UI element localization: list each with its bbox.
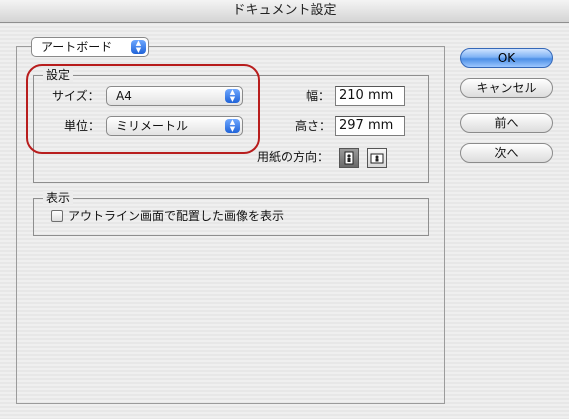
next-button[interactable]: 次へ: [460, 143, 553, 163]
show-placed-images-checkbox[interactable]: [51, 210, 63, 222]
width-field[interactable]: 210 mm: [335, 86, 405, 106]
window-title: ドキュメント設定: [232, 3, 337, 18]
title-bar: ドキュメント設定: [0, 0, 569, 23]
ok-button[interactable]: OK: [460, 48, 553, 68]
prev-button[interactable]: 前へ: [460, 113, 553, 133]
portrait-orientation-button[interactable]: [339, 148, 359, 168]
section-popup-value: アートボード: [41, 40, 113, 54]
orientation-label: 用紙の方向：: [257, 150, 330, 164]
landscape-icon: [370, 153, 384, 164]
chevron-updown-icon: ▲ ▼: [131, 40, 146, 54]
landscape-orientation-button[interactable]: [367, 148, 387, 168]
height-label: 高さ：: [295, 119, 332, 133]
cancel-button[interactable]: キャンセル: [460, 78, 553, 98]
show-placed-images-label: アウトライン画面で配置した画像を表示: [68, 209, 285, 223]
portrait-icon: [344, 151, 354, 165]
height-field[interactable]: 297 mm: [335, 116, 405, 136]
highlight-annotation: [26, 64, 260, 154]
section-popup[interactable]: アートボード ▲ ▼: [31, 37, 149, 57]
display-legend: 表示: [43, 191, 74, 205]
width-label: 幅：: [306, 89, 331, 103]
